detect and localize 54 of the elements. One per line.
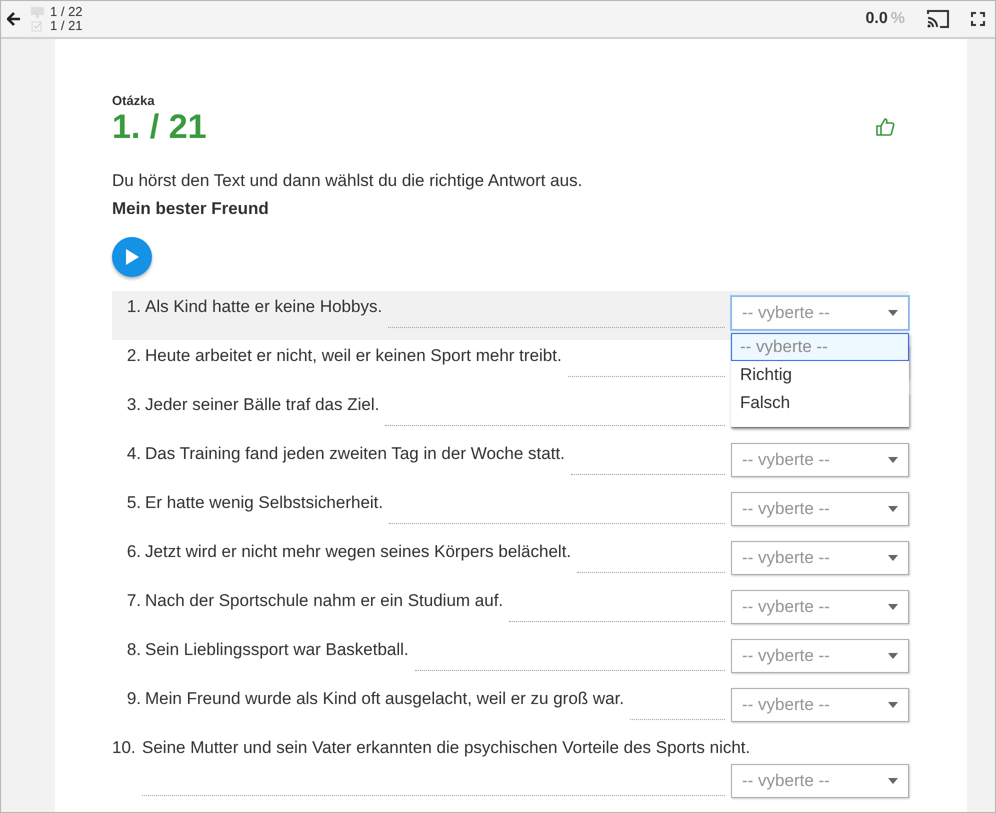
play-button[interactable] — [112, 237, 152, 277]
answer-select[interactable]: -- vyberte -- — [731, 688, 909, 722]
answer-select[interactable]: -- vyberte -- — [731, 639, 909, 673]
statement-number: 9. — [126, 688, 142, 709]
statement-number: 8. — [126, 639, 142, 660]
caret-icon — [888, 653, 898, 659]
statement-number: 2. — [126, 345, 142, 366]
score-value: 0.0 — [866, 10, 888, 27]
question-number: 1. / 21 — [112, 108, 207, 146]
answer-select[interactable]: -- vyberte -- — [731, 492, 909, 526]
play-icon — [125, 249, 139, 265]
statement-text: Jeder seiner Bälle traf das Ziel. — [145, 395, 380, 415]
statement-text: Sein Lieblingssport war Basketball. — [145, 640, 409, 660]
text-title: Mein bester Freund — [112, 199, 270, 219]
thumbs-up-icon[interactable] — [875, 117, 895, 137]
cast-icon[interactable] — [927, 10, 949, 28]
dropdown-option[interactable]: -- vyberte -- — [731, 333, 909, 361]
statement-number: 10. — [112, 737, 137, 758]
slide-counter: 1 / 22 — [50, 5, 83, 19]
question-label: Otázka — [112, 93, 156, 108]
answer-select[interactable]: -- vyberte -- — [731, 296, 909, 330]
statement-text: Als Kind hatte er keine Hobbys. — [145, 297, 382, 317]
caret-icon — [888, 555, 898, 561]
statement-number: 4. — [126, 443, 142, 464]
caret-icon — [888, 506, 898, 512]
statement-number: 1. — [126, 296, 142, 317]
statement-number: 3. — [126, 394, 142, 415]
statement-text: Seine Mutter und sein Vater erkannten die psychischen Vorteile des Sports nicht. — [142, 737, 752, 759]
answer-select[interactable]: -- vyberte -- — [731, 443, 909, 477]
caret-icon — [888, 702, 898, 708]
statement-text: Das Training fand jeden zweiten Tag in der Woche statt. — [145, 444, 565, 464]
statement-number: 6. — [126, 541, 142, 562]
fullscreen-icon[interactable] — [971, 12, 985, 26]
checkbox-icon — [31, 20, 44, 32]
dropdown-option[interactable]: Richtig — [731, 361, 909, 389]
statement-text: Heute arbeitet er nicht, weil er keinen Sport mehr treibt. — [145, 346, 562, 366]
statement-text: Er hatte wenig Selbstsicherheit. — [145, 493, 384, 513]
answer-select[interactable]: -- vyberte -- — [731, 590, 909, 624]
answer-select[interactable]: -- vyberte -- — [731, 541, 909, 575]
score-unit: % — [890, 10, 905, 27]
statement-text: Jetzt wird er nicht mehr wegen seines Körpers belächelt. — [145, 542, 572, 562]
answer-counter: 1 / 21 — [50, 19, 83, 33]
statement-text: Nach der Sportschule nahm er ein Studium auf. — [145, 591, 504, 611]
caret-icon — [888, 604, 898, 610]
instruction-text: Du hörst den Text und dann wählst du die richtige Antwort aus. — [112, 171, 584, 191]
answer-select[interactable]: -- vyberte -- — [731, 764, 909, 798]
caret-icon — [888, 778, 898, 784]
caret-icon — [888, 457, 898, 463]
statement-number: 5. — [126, 492, 142, 513]
dropdown-option[interactable]: Falsch — [731, 389, 909, 417]
statement-text: Mein Freund wurde als Kind oft ausgelacht, weil er zu groß war. — [145, 689, 624, 709]
statement-number: 7. — [126, 590, 142, 611]
caret-icon — [888, 310, 898, 316]
back-arrow-icon[interactable] — [7, 12, 21, 26]
